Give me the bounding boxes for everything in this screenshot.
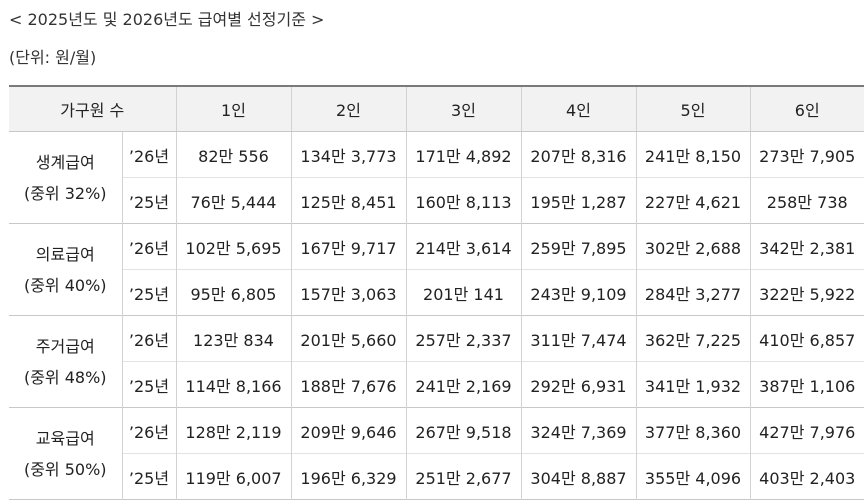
value-cell: 119만 6,007 — [175, 453, 292, 500]
benefit-name: 주거급여 — [35, 336, 95, 356]
value-cell: 201만 5,660 — [290, 315, 407, 362]
benefit-criterion: (중위 32%) — [23, 183, 107, 203]
value-cell: 273만 7,905 — [749, 131, 864, 178]
value-cell: 311만 7,474 — [520, 315, 637, 362]
year-label: ’25년 — [122, 269, 177, 316]
table-row: 의료급여 (중위 40%) ’26년 102만 5,695 167만 9,717… — [9, 223, 864, 316]
value-cell: 157만 3,063 — [290, 269, 407, 316]
value-cell: 284만 3,277 — [635, 269, 751, 316]
table-row: 생계급여 (중위 32%) ’26년 82만 556 134만 3,773 17… — [9, 131, 864, 224]
year-label: ’26년 — [121, 131, 177, 178]
benefit-name: 생계급여 — [35, 152, 95, 172]
value-cell: 134만 3,773 — [290, 131, 407, 178]
value-cell: 167만 9,717 — [290, 223, 407, 270]
value-cell: 207만 8,316 — [520, 131, 637, 178]
value-cell: 302만 2,688 — [635, 223, 751, 270]
value-cell: 214만 3,614 — [405, 223, 522, 270]
header-size: 3인 — [405, 86, 522, 132]
table-row: ’25년 76만 5,444 125만 8,451 160만 8,113 195… — [9, 177, 864, 224]
value-cell: 209만 9,646 — [290, 407, 407, 454]
value-cell: 292만 6,931 — [520, 361, 637, 408]
value-cell: 76만 5,444 — [175, 177, 292, 224]
value-cell: 322만 5,922 — [749, 269, 864, 316]
value-cell: 324만 7,369 — [520, 407, 637, 454]
header-size: 5인 — [635, 86, 751, 132]
value-cell: 82만 556 — [175, 131, 292, 178]
header-size: 1인 — [175, 86, 292, 132]
value-cell: 123만 834 — [175, 315, 292, 362]
value-cell: 362만 7,225 — [635, 315, 751, 362]
header-household: 가구원 수 — [9, 86, 177, 132]
value-cell: 114만 8,166 — [175, 361, 292, 408]
value-cell: 251만 2,677 — [405, 453, 522, 500]
value-cell: 196만 6,329 — [290, 453, 407, 500]
value-cell: 188만 7,676 — [290, 361, 407, 408]
benefit-category-cell: 의료급여 (중위 40%) — [9, 223, 123, 316]
year-label: ’26년 — [121, 315, 177, 362]
benefit-category-cell: 주거급여 (중위 48%) — [9, 315, 123, 408]
year-label: ’26년 — [121, 407, 177, 454]
table-row: ’25년 114만 8,166 188만 7,676 241만 2,169 29… — [9, 361, 864, 408]
benefit-criterion: (중위 48%) — [23, 367, 107, 387]
header-size: 2인 — [290, 86, 407, 132]
value-cell: 128만 2,119 — [175, 407, 292, 454]
value-cell: 342만 2,381 — [749, 223, 864, 270]
benefit-name: 의료급여 — [35, 244, 95, 264]
value-cell: 227만 4,621 — [635, 177, 751, 224]
value-cell: 377만 8,360 — [635, 407, 751, 454]
value-cell: 241만 2,169 — [405, 361, 522, 408]
unit-note: (단위: 원/월) — [9, 48, 97, 67]
value-cell: 171만 4,892 — [405, 131, 522, 178]
benefit-category-cell: 생계급여 (중위 32%) — [9, 131, 123, 224]
year-label: ’25년 — [122, 453, 177, 500]
value-cell: 102만 5,695 — [175, 223, 292, 270]
value-cell: 201만 141 — [405, 269, 522, 316]
value-cell: 259만 7,895 — [520, 223, 637, 270]
year-label: ’26년 — [121, 223, 177, 270]
benefit-criterion: (중위 50%) — [23, 459, 107, 479]
value-cell: 257만 2,337 — [405, 315, 522, 362]
value-cell: 355만 4,096 — [635, 453, 751, 500]
value-cell: 403만 2,403 — [749, 453, 864, 500]
table-row: ’25년 95만 6,805 157만 3,063 201만 141 243만 … — [9, 269, 864, 316]
header-size: 4인 — [520, 86, 637, 132]
value-cell: 241만 8,150 — [635, 131, 751, 178]
table-row: ’25년 119만 6,007 196만 6,329 251만 2,677 30… — [9, 453, 864, 500]
year-label: ’25년 — [122, 177, 177, 224]
header-size: 6인 — [749, 86, 864, 132]
value-cell: 160만 8,113 — [405, 177, 522, 224]
value-cell: 341만 1,932 — [635, 361, 751, 408]
table-row: 주거급여 (중위 48%) ’26년 123만 834 201만 5,660 2… — [9, 315, 864, 408]
year-label: ’25년 — [122, 361, 177, 408]
value-cell: 195만 1,287 — [520, 177, 637, 224]
value-cell: 410만 6,857 — [749, 315, 864, 362]
table-row: 교육급여 (중위 50%) ’26년 128만 2,119 209만 9,646… — [9, 407, 864, 500]
value-cell: 304만 8,887 — [520, 453, 637, 500]
header-row: 가구원 수 1인 2인 3인 4인 5인 6인 — [9, 86, 864, 132]
benefit-criterion: (중위 40%) — [23, 275, 107, 295]
value-cell: 243만 9,109 — [520, 269, 637, 316]
value-cell: 427만 7,976 — [749, 407, 864, 454]
value-cell: 258만 738 — [749, 177, 864, 224]
value-cell: 387만 1,106 — [749, 361, 864, 408]
benefit-category-cell: 교육급여 (중위 50%) — [9, 407, 123, 500]
benefit-criteria-table: 가구원 수 1인 2인 3인 4인 5인 6인 생계급여 (중위 32%) ’2… — [9, 85, 864, 500]
value-cell: 125만 8,451 — [290, 177, 407, 224]
value-cell: 267만 9,518 — [405, 407, 522, 454]
page-title: < 2025년도 및 2026년도 급여별 선정기준 > — [9, 10, 325, 29]
benefit-name: 교육급여 — [35, 428, 95, 448]
value-cell: 95만 6,805 — [175, 269, 292, 316]
